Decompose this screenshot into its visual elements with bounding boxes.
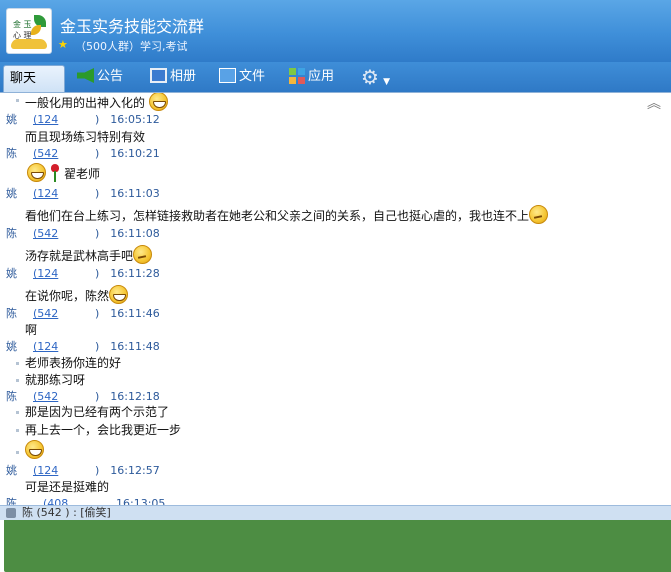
- message-text: 就那练习呀: [25, 373, 86, 387]
- message-meta: 姚 (124) 16:12:57: [6, 464, 160, 478]
- latest-message-bar[interactable]: 陈 (542 ) : [偷笑]: [0, 505, 671, 520]
- leaf-icon-2: [31, 25, 41, 35]
- message-time: 16:11:08: [110, 227, 160, 240]
- tab-apps-label: 应用: [308, 69, 335, 84]
- gear-icon: ⚙: [361, 65, 379, 89]
- message-meta: 陈 (542) 16:12:18: [6, 390, 160, 404]
- sender-name[interactable]: 姚: [6, 113, 33, 127]
- message-text: 在说你呢，陈然: [25, 285, 129, 306]
- message-time: 16:10:21: [110, 147, 160, 160]
- sender-qq[interactable]: (124: [33, 267, 95, 281]
- message-meta: 姚 (124) 16:05:12: [6, 113, 160, 127]
- folder-icon: [219, 68, 236, 83]
- tab-album-label: 相册: [170, 69, 197, 84]
- bullet: [16, 362, 19, 365]
- message-time: 16:12:18: [110, 390, 160, 403]
- message-time: 16:11:46: [110, 307, 160, 320]
- message-time: 16:11:48: [110, 340, 160, 353]
- message-meta: 陈 (542) 16:11:08: [6, 227, 160, 241]
- grin-emoji-icon: [25, 440, 44, 459]
- chevron-down-icon: ▼: [383, 77, 390, 87]
- sender-qq[interactable]: (542: [33, 390, 95, 404]
- sender-qq[interactable]: (542: [33, 147, 95, 161]
- message-text: 可是还是挺难的: [25, 480, 110, 494]
- sender-qq[interactable]: (124: [33, 340, 95, 354]
- sender-name[interactable]: 陈: [6, 227, 33, 241]
- avatar-text-1: 金 玉: [13, 20, 32, 29]
- grin-emoji-icon: [109, 285, 129, 304]
- bullet: [16, 411, 19, 414]
- sender-qq[interactable]: (124: [33, 464, 95, 478]
- group-avatar[interactable]: 金 玉 心 理: [6, 8, 52, 54]
- tab-chat-label: 聊天: [10, 71, 37, 86]
- message-time: 16:11:03: [110, 187, 160, 200]
- tab-chat[interactable]: 聊天: [3, 65, 671, 572]
- sender-qq[interactable]: (124: [33, 113, 95, 127]
- star-icon: ★: [58, 38, 68, 51]
- message-text: 老师表扬你连的好: [25, 356, 122, 370]
- tab-apps[interactable]: 应用: [289, 66, 334, 88]
- message-meta: 陈 (542) 16:11:46: [6, 307, 160, 321]
- bullet: [16, 379, 19, 382]
- sender-name[interactable]: 姚: [6, 267, 33, 281]
- message-meta: 姚 (124) 16:11:28: [6, 267, 160, 281]
- sender-name[interactable]: 陈: [6, 147, 33, 161]
- sender-name[interactable]: 姚: [6, 464, 33, 478]
- sender-qq[interactable]: (124: [33, 187, 95, 201]
- thinking-emoji-icon: [133, 245, 153, 264]
- bullet: [16, 99, 19, 102]
- bullet: [16, 429, 19, 432]
- sender-qq[interactable]: (542: [33, 227, 95, 241]
- message-text: 汤存就是武林高手吧: [25, 245, 153, 266]
- latest-message-text: 陈 (542 ) : [偷笑]: [22, 506, 111, 519]
- sender-name[interactable]: 姚: [6, 340, 33, 354]
- message-text: 啊: [25, 323, 38, 337]
- tab-album[interactable]: 相册: [150, 66, 196, 88]
- message-text: 那是因为已经有两个示范了: [25, 405, 170, 419]
- message-text: [25, 440, 44, 461]
- message-text: 一般化用的出神入化的: [25, 93, 168, 113]
- chat-history[interactable]: ︽ 一般化用的出神入化的 姚 (124) 16:05:12 而且现场练习特别有效 陈…: [0, 92, 671, 506]
- message-meta: 姚 (124) 16:11:03: [6, 187, 160, 201]
- group-subtitle: （500人群）学习,考试: [75, 40, 188, 53]
- rose-icon: [50, 163, 60, 182]
- message-text: 而且现场练习特别有效: [25, 130, 146, 144]
- message-text: 翟老师: [27, 163, 100, 184]
- group-header: 金 玉 心 理 金玉实务技能交流群 ★ （500人群）学习,考试: [0, 0, 671, 62]
- toolbar: 聊天 公告 相册 文件 应用 ⚙ ▼: [0, 62, 671, 572]
- message-time: 16:11:28: [110, 267, 160, 280]
- album-icon: [150, 68, 167, 83]
- message-meta: 陈 (542) 16:10:21: [6, 147, 160, 161]
- tab-files[interactable]: 文件: [219, 66, 265, 88]
- grin-emoji-icon: [27, 163, 46, 182]
- sender-name[interactable]: 姚: [6, 187, 33, 201]
- bullet: [16, 451, 19, 454]
- collapse-icon[interactable]: ︽: [647, 93, 661, 113]
- message-meta: 姚 (124) 16:11:48: [6, 340, 160, 354]
- sender-qq[interactable]: (542: [33, 307, 95, 321]
- message-time: 16:05:12: [110, 113, 160, 126]
- message-text: 再上去一个，会比我更近一步: [25, 423, 182, 437]
- sender-name[interactable]: 陈: [6, 307, 33, 321]
- tab-files-label: 文件: [239, 69, 266, 84]
- group-title[interactable]: 金玉实务技能交流群: [60, 13, 204, 37]
- message-text: 看他们在台上练习，怎样链接救助者在她老公和父亲之间的关系，自己也挺心虐的，我也连…: [25, 205, 549, 226]
- hand-icon: [11, 39, 47, 49]
- tab-notice-label: 公告: [97, 69, 124, 84]
- lock-icon: [6, 508, 16, 518]
- sender-name[interactable]: 陈: [6, 390, 33, 404]
- message-time: 16:12:57: [110, 464, 160, 477]
- apps-icon: [289, 67, 305, 84]
- grin-emoji-icon: [148, 93, 168, 111]
- tab-notice[interactable]: 公告: [77, 66, 123, 88]
- megaphone-icon: [77, 68, 94, 83]
- settings-button[interactable]: ⚙ ▼: [361, 66, 390, 88]
- thinking-emoji-icon: [529, 205, 549, 224]
